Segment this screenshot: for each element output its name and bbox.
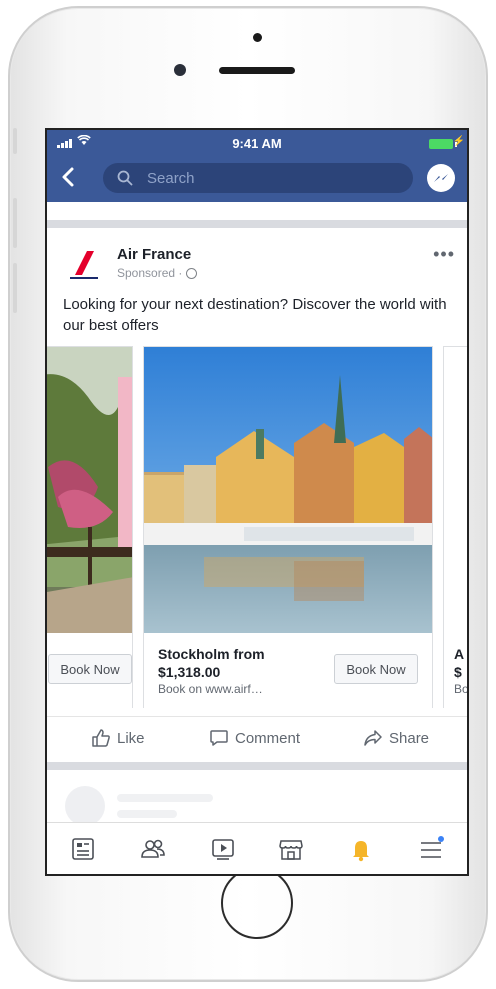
home-button[interactable] [221,867,293,939]
loading-post-placeholder [47,770,467,826]
card-price-next: $ [454,664,462,680]
top-navigation-bar: Search [47,158,467,202]
share-button[interactable]: Share [363,717,429,759]
card-title-next: A $ [454,645,464,681]
carousel-card-stockholm[interactable]: Stockholm from $1,318.00 Book on www.air… [143,346,433,708]
bottom-tab-bar [47,822,467,874]
charging-icon: ⚡ [452,136,465,147]
card-title-line1-next: A [454,646,465,662]
search-icon [117,170,133,186]
placeholder-line [117,810,177,818]
share-label: Share [389,729,430,747]
menu-icon[interactable] [417,835,445,863]
card-image-next [444,347,467,633]
air-france-logo[interactable] [65,245,105,285]
comment-label: Comment [235,729,301,747]
watch-icon[interactable] [209,835,237,863]
card-title-line1: Stockholm from [158,646,265,662]
card-link-text: Book on www.airf… [158,682,263,696]
comment-button[interactable]: Comment [209,717,300,759]
post-text: Looking for your next destination? Disco… [63,296,447,334]
book-now-button[interactable]: Book Now [334,654,418,684]
like-button[interactable]: Like [91,717,145,759]
card-link-text-next: Bo [454,682,467,696]
volume-down-button [13,263,17,313]
card-price: $1,318.00 [158,664,221,680]
battery-icon [429,139,453,149]
more-icon[interactable]: ••• [433,244,455,265]
status-bar: 9:41 AM ⚡ [47,130,467,158]
carousel-card-previous[interactable]: Book Now [47,346,133,708]
card-image-previous [47,347,132,633]
notifications-icon[interactable] [347,835,375,863]
card-title: Stockholm from $1,318.00 [158,645,265,681]
sponsored-label: Sponsored · [117,266,198,280]
globe-icon [186,267,198,279]
feed-divider [47,220,467,228]
carousel-card-next[interactable]: A $ Bo [443,346,467,708]
card-footer-previous: Book Now [47,633,132,708]
friends-icon[interactable] [139,835,167,863]
page-name[interactable]: Air France [117,246,191,263]
news-feed-icon[interactable] [69,835,97,863]
search-placeholder: Search [147,170,195,187]
stockholm-photo [144,347,432,633]
card-footer-next: A $ Bo [444,633,467,708]
messenger-icon[interactable] [427,164,455,192]
card-footer-stockholm: Stockholm from $1,318.00 Book on www.air… [144,633,432,708]
like-label: Like [117,729,145,747]
search-input[interactable]: Search [103,163,413,193]
post-actions: Like Comment Share [47,716,467,759]
volume-up-button [13,198,17,248]
back-icon[interactable] [61,166,75,194]
sponsored-text: Sponsored · [117,266,183,280]
feed-gap [47,202,467,220]
earpiece-speaker [219,67,295,74]
book-now-button-previous[interactable]: Book Now [48,654,132,684]
mute-switch [13,128,17,154]
share-icon [364,730,382,746]
ad-carousel[interactable]: Book Now Stockholm from $1,318.00 Book o… [47,346,467,708]
phone-screen: 9:41 AM ⚡ Search Air France Sponsored · [45,128,469,876]
placeholder-avatar [65,786,105,826]
front-camera [174,64,186,76]
placeholder-line [117,794,213,802]
marketplace-icon[interactable] [277,835,305,863]
front-sensor [253,33,262,42]
status-time: 9:41 AM [232,136,282,151]
like-icon [92,729,110,747]
sponsored-post: Air France Sponsored · ••• Looking for y… [47,228,467,758]
comment-icon [210,730,228,746]
feed-divider-bottom [47,762,467,770]
